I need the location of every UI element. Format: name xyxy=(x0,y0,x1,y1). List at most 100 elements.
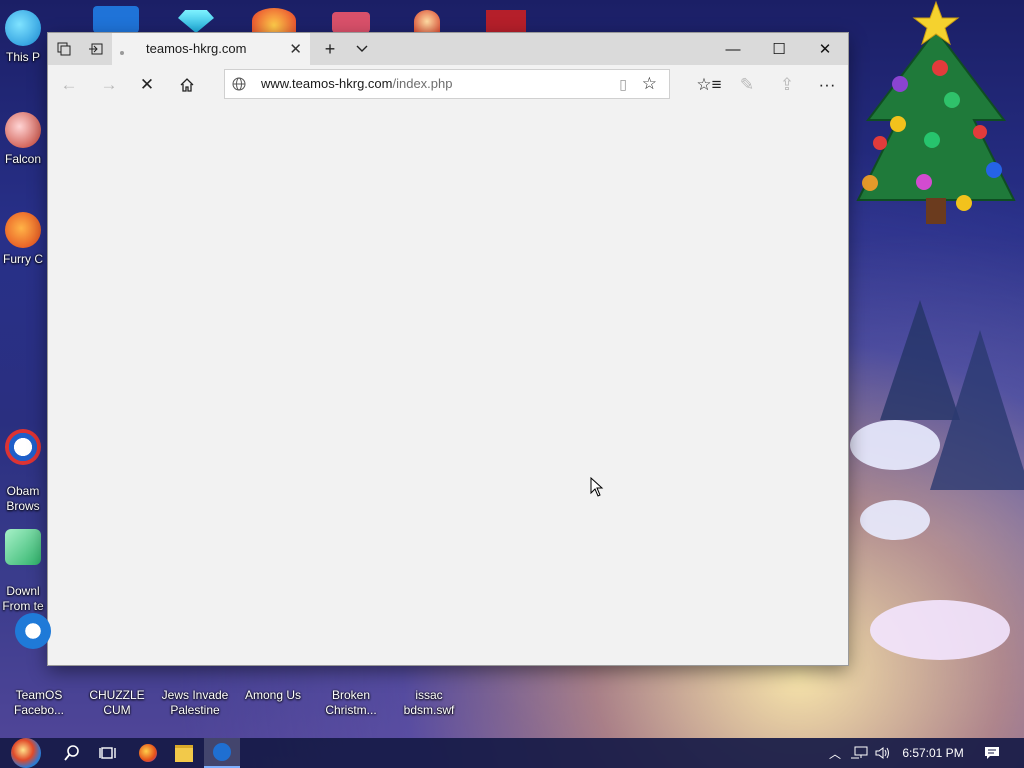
among-us-icon xyxy=(255,621,291,667)
address-bar[interactable]: www.teamos-hkrg.com/index.php ▯ ☆ xyxy=(224,69,670,99)
gem-icon[interactable] xyxy=(178,10,214,33)
desktop-icon-this-pc[interactable]: This P xyxy=(0,10,46,65)
favorites-list-icon: ☆≡ xyxy=(696,75,722,94)
back-arrow-icon: ← xyxy=(60,75,78,94)
wallpaper-snow xyxy=(850,420,940,470)
more-button[interactable]: ··· xyxy=(810,69,844,101)
taskbar-firefox[interactable] xyxy=(132,738,164,768)
search-icon xyxy=(64,745,79,761)
wallpaper-snow xyxy=(870,600,1010,660)
edge-icon xyxy=(213,743,231,761)
network-button[interactable] xyxy=(848,738,870,768)
set-aside-icon xyxy=(89,43,103,55)
settings-icon[interactable] xyxy=(93,6,139,33)
desktop-icon-label: Among Us xyxy=(244,688,302,702)
desktop-icon-issac[interactable]: issac bdsm.swf xyxy=(390,606,468,718)
more-icon: ··· xyxy=(818,75,836,94)
stop-icon: ✕ xyxy=(139,75,155,94)
desktop-icon-furry[interactable]: Furry C xyxy=(0,212,46,267)
browser-window: teamos-hkrg.com ✕ + — ☐ ✕ ← → ✕ www.team… xyxy=(48,33,848,665)
chevron-up-icon: ︿ xyxy=(828,746,841,761)
wallpaper-tree xyxy=(930,330,1024,490)
download-icon xyxy=(5,529,41,565)
app-icon[interactable] xyxy=(332,12,370,33)
maximize-button[interactable]: ☐ xyxy=(756,33,802,65)
clock[interactable]: 6:57:01 PM xyxy=(898,738,968,768)
tab-active[interactable]: teamos-hkrg.com ✕ xyxy=(112,33,310,65)
desktop-icon-download[interactable]: Downl From te xyxy=(0,514,46,614)
action-center-button[interactable] xyxy=(978,738,1006,768)
tab-list-icon xyxy=(57,42,71,56)
task-view-button[interactable] xyxy=(92,738,124,768)
firefox-icon xyxy=(139,744,157,762)
chuzzle-icon xyxy=(99,621,135,667)
this-pc-icon xyxy=(5,10,41,46)
loading-icon xyxy=(120,51,124,55)
folder-icon xyxy=(175,744,193,762)
navigation-bar: ← → ✕ www.teamos-hkrg.com/index.php ▯ ☆ … xyxy=(48,65,848,106)
tab-title: teamos-hkrg.com xyxy=(146,41,247,56)
christmas-tree-gadget xyxy=(856,0,1016,224)
plus-icon: + xyxy=(324,38,336,59)
desktop-icon-label: issac bdsm.swf xyxy=(403,688,455,717)
desktop-icon-broken-christmas[interactable]: Broken Christm... xyxy=(312,606,390,718)
back-button[interactable]: ← xyxy=(52,69,86,101)
url-host: www.teamos-hkrg.com xyxy=(261,76,393,91)
set-aside-tabs-button[interactable] xyxy=(80,33,112,65)
teamos-gear-icon xyxy=(15,613,51,649)
taskbar-file-explorer[interactable] xyxy=(168,738,200,768)
desktop-icon-label: TeamOS Facebo... xyxy=(13,688,65,717)
page-content[interactable] xyxy=(48,105,848,665)
close-button[interactable]: ✕ xyxy=(802,33,848,65)
reading-view-icon[interactable]: ▯ xyxy=(619,76,627,93)
wallpaper-snow xyxy=(860,500,930,540)
chevron-down-icon xyxy=(356,45,368,52)
gift-icon[interactable] xyxy=(486,10,526,33)
show-hidden-icons-button[interactable]: ︿ xyxy=(826,738,844,768)
title-bar: teamos-hkrg.com ✕ + — ☐ ✕ xyxy=(48,33,848,65)
notes-button[interactable]: ✎ xyxy=(730,69,764,101)
search-button[interactable] xyxy=(56,738,88,768)
home-button[interactable] xyxy=(170,69,204,101)
broken-christmas-icon xyxy=(333,621,369,667)
tab-close-icon[interactable]: ✕ xyxy=(289,40,302,58)
desktop-icon-among-us[interactable]: Among Us xyxy=(234,606,312,703)
game-file-icon xyxy=(177,621,213,667)
taskbar-edge[interactable] xyxy=(204,738,240,768)
desktop-icon-chuzzle[interactable]: CHUZZLE CUM xyxy=(78,606,156,718)
tab-dropdown-button[interactable] xyxy=(346,33,378,65)
globe-icon xyxy=(232,77,246,91)
forward-button[interactable]: → xyxy=(92,69,126,101)
minimize-icon: — xyxy=(725,40,741,58)
url-path: /index.php xyxy=(392,76,453,91)
tab-actions-button[interactable] xyxy=(48,33,80,65)
share-button[interactable]: ⇪ xyxy=(770,69,804,101)
santa-icon[interactable] xyxy=(414,10,440,33)
start-button[interactable] xyxy=(6,738,46,768)
speaker-icon xyxy=(875,747,889,759)
close-icon: ✕ xyxy=(818,41,832,58)
minimize-button[interactable]: — xyxy=(710,33,756,65)
volume-button[interactable] xyxy=(872,738,894,768)
obama-browser-icon xyxy=(5,429,41,465)
desktop-icon-falcon[interactable]: Falcon xyxy=(0,112,46,167)
network-icon xyxy=(851,746,868,759)
forward-arrow-icon: → xyxy=(100,75,118,94)
falcon-icon xyxy=(5,112,41,148)
desktop-icon-jews-invade[interactable]: Jews Invade Palestine xyxy=(156,606,234,718)
desktop-icon-obama-browser[interactable]: Obam Brows xyxy=(0,414,46,514)
favorites-button[interactable]: ☆≡ xyxy=(692,69,726,101)
game-icon[interactable] xyxy=(252,8,296,33)
desktop-icon-label: Furry C xyxy=(3,252,43,266)
stop-loading-button[interactable]: ✕ xyxy=(130,69,164,101)
desktop-icon-label: CHUZZLE CUM xyxy=(89,688,145,717)
windows-start-icon xyxy=(11,738,41,768)
new-tab-button[interactable]: + xyxy=(314,33,346,65)
notification-icon xyxy=(985,747,999,759)
desktop-icon-label: Falcon xyxy=(4,152,42,166)
desktop-icon-label: Broken Christm... xyxy=(325,688,377,717)
desktop-icon-label: Jews Invade Palestine xyxy=(161,688,229,717)
swf-file-icon xyxy=(411,621,447,667)
favorite-star-icon[interactable]: ☆ xyxy=(642,74,657,94)
url-text[interactable]: www.teamos-hkrg.com/index.php xyxy=(261,76,452,91)
